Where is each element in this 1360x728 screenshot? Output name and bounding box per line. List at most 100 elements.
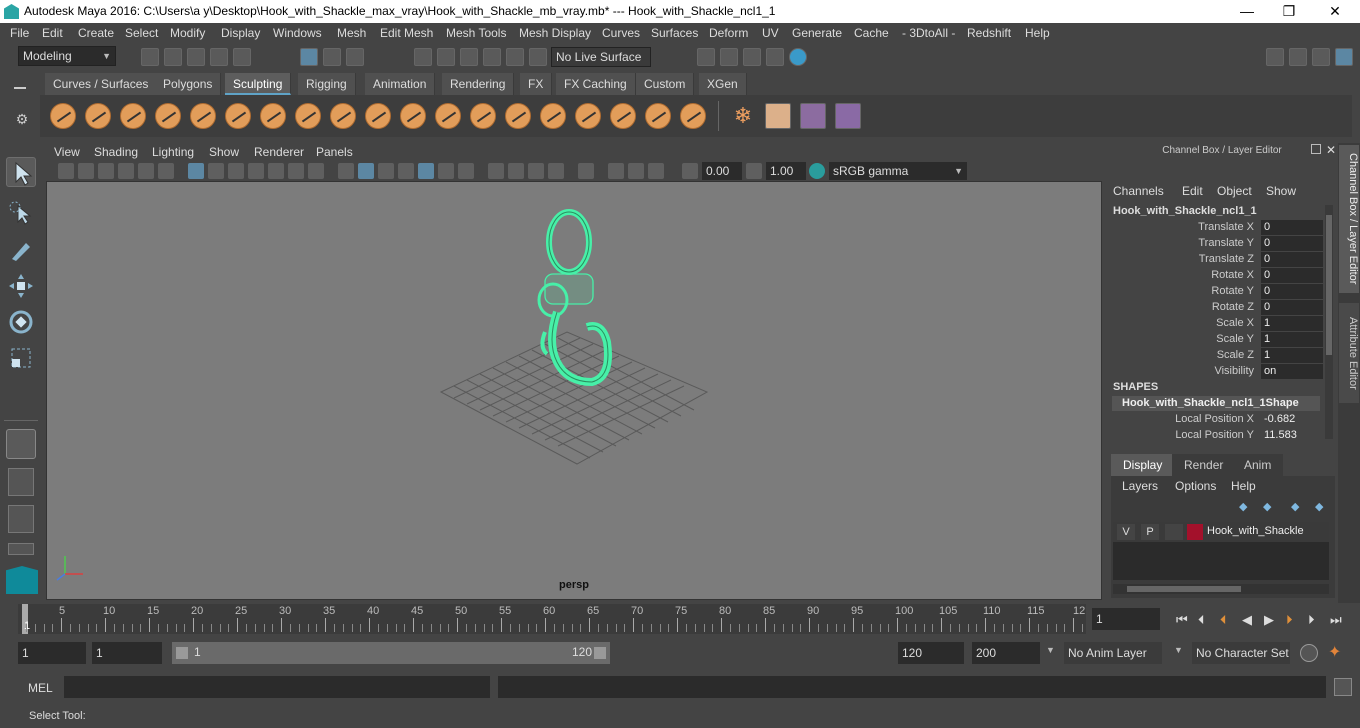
layer-tab-anim[interactable]: Anim xyxy=(1232,454,1284,476)
attr-value-field[interactable]: on xyxy=(1261,364,1323,379)
sculpt-material-icon[interactable] xyxy=(800,103,826,129)
scrape-tool-icon[interactable] xyxy=(435,103,461,129)
go-to-end-icon[interactable]: ⏭ xyxy=(1330,612,1342,628)
open-scene-icon[interactable] xyxy=(164,48,182,66)
tab-rendering[interactable]: Rendering xyxy=(442,73,515,95)
float-panel-icon[interactable] xyxy=(1311,144,1321,154)
chevron-down-icon[interactable]: ▼ xyxy=(1046,645,1055,655)
script-editor-icon[interactable] xyxy=(1334,678,1352,696)
menu-display[interactable]: Display xyxy=(221,26,260,40)
image-plane-icon[interactable] xyxy=(118,163,134,179)
command-input[interactable] xyxy=(64,676,490,698)
chevron-down-icon[interactable]: ▼ xyxy=(1174,645,1183,655)
render-view-icon[interactable] xyxy=(766,48,784,66)
xray-icon[interactable] xyxy=(608,163,624,179)
viewport-menu-panels[interactable]: Panels xyxy=(316,145,353,159)
toggle-channel-box-icon[interactable] xyxy=(1335,48,1353,66)
tab-custom[interactable]: Custom xyxy=(636,73,695,95)
select-camera-icon[interactable] xyxy=(58,163,74,179)
paint-select-tool-icon[interactable] xyxy=(6,235,36,265)
command-language-label[interactable]: MEL xyxy=(28,681,53,695)
bookmark-icon[interactable] xyxy=(98,163,114,179)
tab-channel-box-layer-editor[interactable]: Channel Box / Layer Editor xyxy=(1339,145,1359,293)
color-space-dropdown[interactable]: sRGB gamma ▼ xyxy=(829,162,967,180)
camera-attributes-icon[interactable] xyxy=(78,163,94,179)
playback-start-field[interactable]: 1 xyxy=(92,642,162,664)
menu-cache[interactable]: Cache xyxy=(854,26,889,40)
menu-redshift[interactable]: Redshift xyxy=(967,26,1011,40)
render-current-frame-icon[interactable] xyxy=(720,48,738,66)
menu-modify[interactable]: Modify xyxy=(170,26,205,40)
resolution-gate-icon[interactable] xyxy=(228,163,244,179)
depth-of-field-icon[interactable] xyxy=(548,163,564,179)
snap-curve-icon[interactable] xyxy=(437,48,455,66)
save-scene-icon[interactable] xyxy=(187,48,205,66)
viewport-menu-lighting[interactable]: Lighting xyxy=(152,145,194,159)
menu-help[interactable]: Help xyxy=(1025,26,1050,40)
undo-icon[interactable] xyxy=(210,48,228,66)
textured-icon[interactable] xyxy=(418,163,434,179)
wireframe-on-shaded-icon[interactable] xyxy=(378,163,394,179)
step-forward-frame-icon[interactable]: ⏵ xyxy=(1308,612,1315,628)
menu-curves[interactable]: Curves xyxy=(602,26,640,40)
smooth-shade-icon[interactable] xyxy=(358,163,374,179)
convert-to-frozen-icon[interactable] xyxy=(765,103,791,129)
menu-mesh-display[interactable]: Mesh Display xyxy=(519,26,591,40)
step-back-key-icon[interactable]: ⏴ xyxy=(1220,612,1227,628)
grid-toggle-icon[interactable] xyxy=(188,163,204,179)
character-set-dropdown[interactable]: No Character Set xyxy=(1192,642,1290,664)
layer-color-swatch[interactable] xyxy=(1187,524,1203,540)
attr-value-field[interactable]: 0 xyxy=(1261,252,1323,267)
smooth-tool-icon[interactable] xyxy=(85,103,111,129)
pinch-tool-icon[interactable] xyxy=(190,103,216,129)
attr-value-field[interactable]: 0 xyxy=(1261,268,1323,283)
single-perspective-view-icon[interactable] xyxy=(6,429,36,459)
range-bar[interactable]: 1 120 xyxy=(172,642,610,664)
ambient-occlusion-icon[interactable] xyxy=(488,163,504,179)
imprint-tool-icon[interactable] xyxy=(365,103,391,129)
select-by-object-icon[interactable] xyxy=(323,48,341,66)
flatten-tool-icon[interactable] xyxy=(225,103,251,129)
layer-visibility-toggle[interactable]: V xyxy=(1117,524,1135,540)
scrollbar-thumb[interactable] xyxy=(1127,586,1241,592)
mask-tool-icon[interactable] xyxy=(680,103,706,129)
live-surface-field[interactable]: No Live Surface xyxy=(551,47,651,67)
history-icon[interactable] xyxy=(529,48,547,66)
xray-active-components-icon[interactable] xyxy=(628,163,644,179)
layer-tab-display[interactable]: Display xyxy=(1111,454,1175,476)
menu-edit[interactable]: Edit xyxy=(42,26,63,40)
safe-title-icon[interactable] xyxy=(308,163,324,179)
attr-value-field[interactable]: 1 xyxy=(1261,332,1323,347)
close-button[interactable]: ✕ xyxy=(1312,0,1358,23)
lasso-tool-icon[interactable] xyxy=(6,198,36,228)
layer-row[interactable]: V P Hook_with_Shackle xyxy=(1113,522,1329,542)
layer-menu-help[interactable]: Help xyxy=(1231,479,1256,493)
menu-edit-mesh[interactable]: Edit Mesh xyxy=(380,26,433,40)
grab-tool-icon[interactable] xyxy=(155,103,181,129)
attr-value-field[interactable]: 1 xyxy=(1261,316,1323,331)
wireframe-icon[interactable] xyxy=(338,163,354,179)
play-forwards-icon[interactable]: ▶ xyxy=(1264,612,1274,628)
menu-3dtoall[interactable]: - 3DtoAll - xyxy=(902,26,955,40)
range-end-handle[interactable] xyxy=(594,647,606,659)
anim-layer-dropdown[interactable]: No Anim Layer xyxy=(1064,642,1162,664)
grease-pencil-icon[interactable] xyxy=(158,163,174,179)
spray-tool-icon[interactable] xyxy=(295,103,321,129)
tab-sculpting[interactable]: Sculpting xyxy=(225,73,292,95)
two-d-pan-zoom-icon[interactable] xyxy=(138,163,154,179)
new-layer-selected-icon[interactable]: ◆ xyxy=(1315,500,1323,513)
amplify-tool-icon[interactable] xyxy=(610,103,636,129)
tab-polygons[interactable]: Polygons xyxy=(155,73,222,95)
play-backwards-icon[interactable]: ◀ xyxy=(1242,612,1252,628)
four-view-layout-icon[interactable] xyxy=(8,468,34,496)
menu-windows[interactable]: Windows xyxy=(273,26,322,40)
layer-menu-options[interactable]: Options xyxy=(1175,479,1216,493)
scrollbar-thumb[interactable] xyxy=(1326,215,1332,355)
move-layer-down-icon[interactable]: ◆ xyxy=(1263,500,1271,513)
auto-key-icon[interactable] xyxy=(1300,644,1318,662)
redo-icon[interactable] xyxy=(233,48,251,66)
sculpt-blend-shape-icon[interactable] xyxy=(835,103,861,129)
layer-playback-toggle[interactable]: P xyxy=(1141,524,1159,540)
safe-action-icon[interactable] xyxy=(288,163,304,179)
smear-tool-icon[interactable] xyxy=(540,103,566,129)
